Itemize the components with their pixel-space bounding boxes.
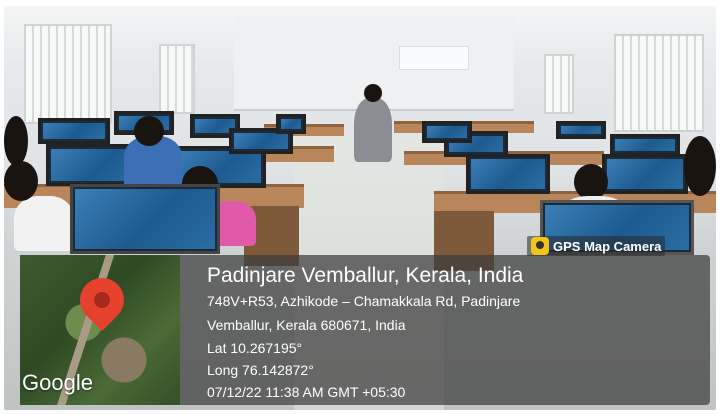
timestamp: 07/12/22 11:38 AM GMT +05:30 (207, 384, 406, 400)
location-title: Padinjare Vemballur, Kerala, India (207, 264, 524, 287)
computer-monitor (556, 121, 606, 139)
window (159, 44, 195, 114)
computer-monitor (610, 134, 680, 156)
gps-camera-badge: GPS Map Camera (527, 236, 666, 256)
latitude: Lat 10.267195° (207, 340, 303, 356)
longitude: Long 76.142872° (207, 362, 314, 378)
student-head (4, 116, 28, 166)
badge-label: GPS Map Camera (553, 238, 662, 254)
computer-monitor (422, 121, 472, 143)
address-line-1: 748V+R53, Azhikode – Chamakkala Rd, Padi… (207, 293, 521, 309)
camera-app-icon (531, 237, 549, 255)
student-head (4, 161, 38, 201)
teacher (354, 98, 392, 162)
student-head (574, 164, 608, 200)
student-head (684, 136, 716, 196)
projector-screen (399, 46, 469, 70)
student (14, 196, 74, 251)
window (24, 24, 112, 124)
computer-monitor (38, 118, 110, 144)
window (614, 34, 704, 132)
computer-monitor (602, 154, 688, 194)
computer-monitor (466, 154, 550, 194)
teacher-head (364, 84, 382, 102)
monitor-back (70, 184, 220, 254)
address-line-2: Vemballur, Kerala 680671, India (207, 317, 406, 333)
window (544, 54, 574, 114)
google-logo: Google (22, 370, 93, 395)
computer-monitor (276, 114, 306, 134)
student-head (134, 116, 164, 146)
